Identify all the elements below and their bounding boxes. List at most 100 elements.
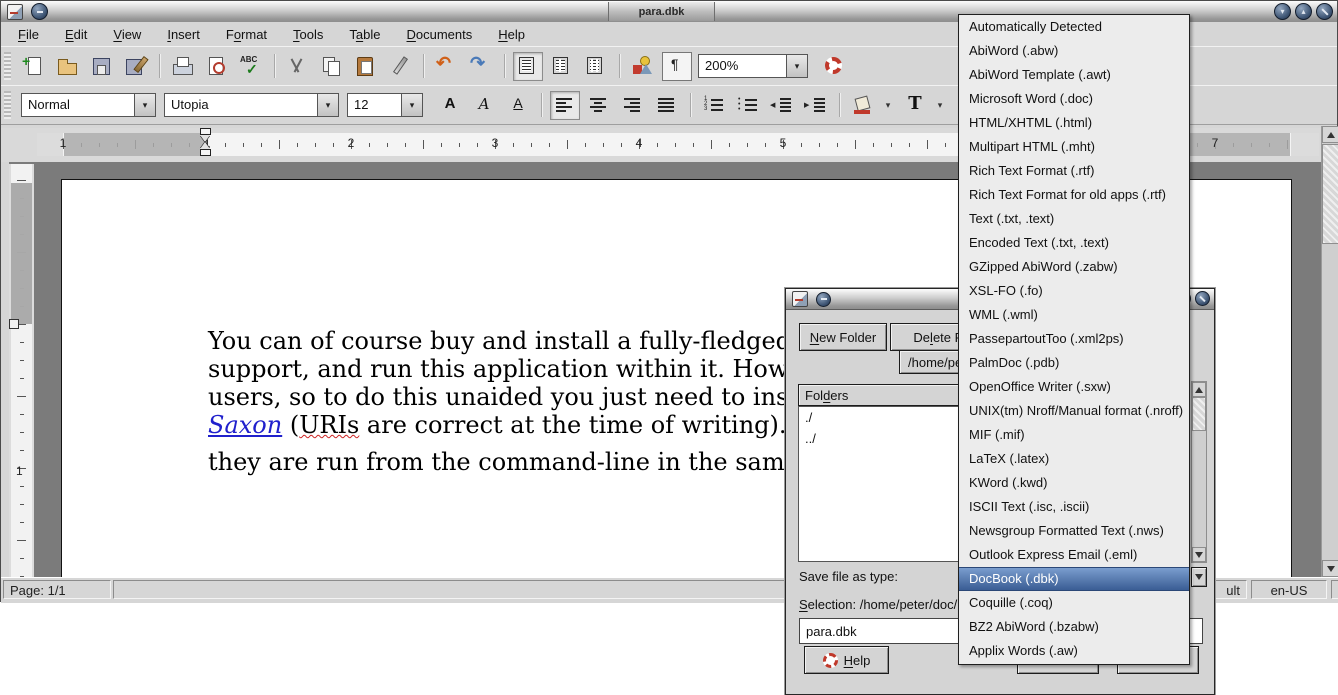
format-option[interactable]: Rich Text Format for old apps (.rtf) [959,183,1189,207]
scroll-up-icon[interactable] [1322,126,1338,143]
window-menu-button[interactable] [31,3,48,20]
format-option[interactable]: MIF (.mif) [959,423,1189,447]
chevron-down-icon[interactable]: ▾ [932,92,948,119]
align-justify-icon[interactable] [652,91,682,120]
view-one-column-icon[interactable] [513,52,543,81]
window-menu-button[interactable] [816,292,831,307]
chevron-down-icon[interactable]: ▾ [880,92,896,119]
print-preview-icon[interactable] [202,52,232,81]
toolbar-drag-handle[interactable] [4,52,11,80]
toolbar-drag-handle[interactable] [4,91,11,119]
font-select[interactable]: Utopia ▾ [164,93,339,117]
format-option[interactable]: Newsgroup Formatted Text (.nws) [959,519,1189,543]
view-two-columns-icon[interactable] [547,52,577,81]
language-indicator[interactable]: en-US [1251,580,1327,599]
help-button[interactable]: Help [804,646,889,674]
format-option[interactable]: Text (.txt, .text) [959,207,1189,231]
bulleted-list-icon[interactable] [733,91,763,120]
shade-window-icon[interactable]: ▾ [1274,3,1291,20]
scrollbar-thumb[interactable] [1322,144,1338,244]
format-option[interactable]: XSL-FO (.fo) [959,279,1189,303]
bold-icon[interactable] [435,91,465,120]
new-document-icon[interactable] [19,52,49,81]
font-color-icon[interactable] [900,91,930,120]
chevron-down-icon[interactable]: ▾ [317,93,339,117]
stylus-icon[interactable] [385,52,415,81]
menu-documents[interactable]: Documents [394,24,486,45]
scrollbar-thumb[interactable] [1192,397,1206,431]
menu-insert[interactable]: Insert [154,24,213,45]
decrease-indent-icon[interactable] [767,91,797,120]
numbered-list-icon[interactable] [699,91,729,120]
format-option[interactable]: ISCII Text (.isc, .iscii) [959,495,1189,519]
cut-icon[interactable] [283,52,313,81]
chevron-down-icon[interactable]: ▾ [401,93,423,117]
margin-marker[interactable] [9,319,19,329]
print-icon[interactable] [168,52,198,81]
file-type-dropdown-arrow-icon[interactable] [1191,567,1207,587]
font-size-select[interactable]: 12 ▾ [347,93,423,117]
chevron-down-icon[interactable]: ▾ [134,93,156,117]
format-option[interactable]: Applix Words (.aw) [959,639,1189,663]
save-icon[interactable] [87,52,117,81]
menu-edit[interactable]: Edit [52,24,100,45]
redo-icon[interactable] [466,52,496,81]
spell-check-icon[interactable] [236,52,266,81]
highlight-color-icon[interactable] [848,91,878,120]
align-center-icon[interactable] [584,91,614,120]
help-lifebuoy-icon[interactable] [820,52,850,81]
view-three-columns-icon[interactable] [581,52,611,81]
scroll-up-icon[interactable] [1192,382,1206,397]
style-select[interactable]: Normal ▾ [21,93,156,117]
format-option[interactable]: Automatically Detected [959,15,1189,39]
files-list-scrollbar[interactable] [1191,381,1207,563]
format-option[interactable]: AbiWord (.abw) [959,39,1189,63]
format-option[interactable]: KWord (.kwd) [959,471,1189,495]
menu-table[interactable]: Table [336,24,393,45]
scroll-down-icon[interactable] [1322,560,1338,577]
menu-view[interactable]: View [100,24,154,45]
menu-file[interactable]: File [5,24,52,45]
format-option[interactable]: PalmDoc (.pdb) [959,351,1189,375]
paste-icon[interactable] [351,52,381,81]
font-value[interactable]: Utopia [164,93,317,117]
format-option-selected[interactable]: DocBook (.dbk) [959,567,1189,591]
undo-icon[interactable] [432,52,462,81]
format-option[interactable]: BZ2 AbiWord (.bzabw) [959,615,1189,639]
maximize-window-icon[interactable]: ▴ [1295,3,1312,20]
scroll-down-icon[interactable] [1192,547,1206,562]
format-option[interactable]: UNIX(tm) Nroff/Manual format (.nroff) [959,399,1189,423]
format-option[interactable]: Rich Text Format (.rtf) [959,159,1189,183]
increase-indent-icon[interactable] [801,91,831,120]
format-option[interactable]: Outlook Express Email (.eml) [959,543,1189,567]
underline-icon[interactable] [503,91,533,120]
align-left-icon[interactable] [550,91,580,120]
menu-tools[interactable]: Tools [280,24,336,45]
copy-icon[interactable] [317,52,347,81]
format-option[interactable]: AbiWord Template (.awt) [959,63,1189,87]
format-option[interactable]: WML (.wml) [959,303,1189,327]
indent-marker[interactable] [200,128,211,156]
chevron-down-icon[interactable]: ▾ [786,54,808,78]
format-option[interactable]: OpenOffice Writer (.sxw) [959,375,1189,399]
format-option[interactable]: HTML/XHTML (.html) [959,111,1189,135]
close-window-icon[interactable] [1195,291,1210,306]
menu-help[interactable]: Help [485,24,538,45]
format-option[interactable]: Coquille (.coq) [959,591,1189,615]
open-icon[interactable] [53,52,83,81]
show-formatting-marks-icon[interactable] [662,52,692,81]
format-option[interactable]: LaTeX (.latex) [959,447,1189,471]
menu-format[interactable]: Format [213,24,280,45]
new-folder-button[interactable]: New Folder [799,323,887,351]
italic-icon[interactable] [469,91,499,120]
format-option[interactable]: Multipart HTML (.mht) [959,135,1189,159]
align-right-icon[interactable] [618,91,648,120]
format-option[interactable]: PassepartoutToo (.xml2ps) [959,327,1189,351]
close-window-icon[interactable] [1316,3,1333,20]
zoom-value[interactable]: 200% [698,54,786,78]
vertical-ruler[interactable]: 1 [9,164,34,577]
style-value[interactable]: Normal [21,93,134,117]
insert-shapes-icon[interactable] [628,52,658,81]
save-as-icon[interactable] [121,52,151,81]
hyperlink-saxon[interactable]: Saxon [208,411,282,439]
